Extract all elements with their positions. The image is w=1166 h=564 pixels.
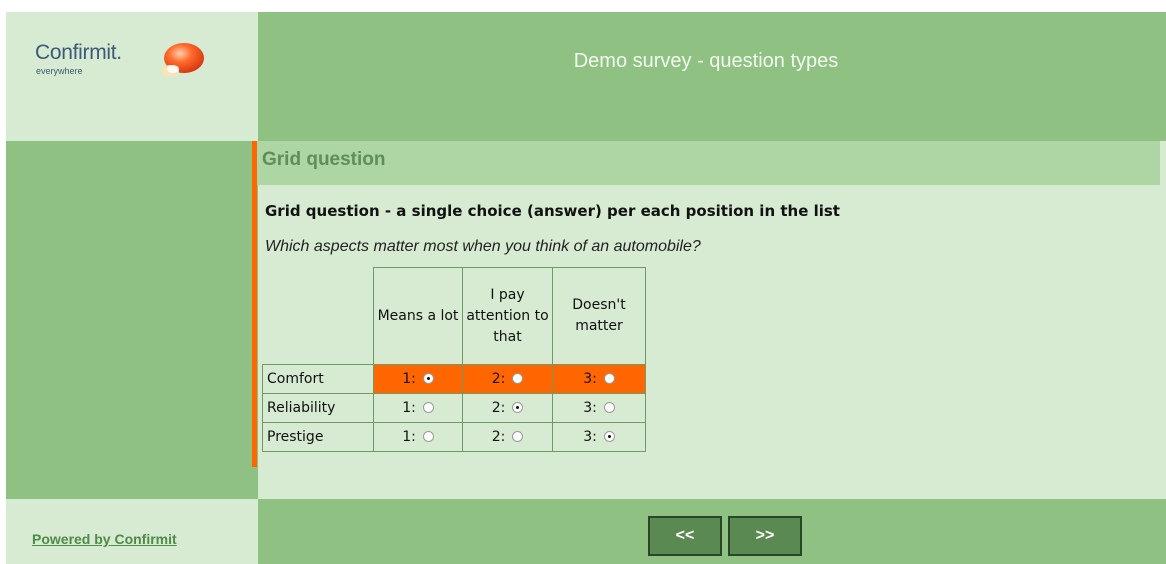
grid-option-cell[interactable]: 3: — [552, 364, 646, 394]
option-number: 2: — [491, 429, 506, 445]
row-label: Comfort — [262, 364, 374, 394]
radio-button[interactable] — [512, 373, 524, 384]
option-number: 1: — [402, 400, 416, 416]
grid-row: Reliability 1: 2: 3: — [262, 393, 646, 423]
question-instruction: Which aspects matter most when you think… — [265, 238, 701, 255]
radio-button[interactable] — [603, 402, 615, 413]
option-number: 3: — [583, 429, 597, 445]
question-section-header: Grid question — [257, 141, 1160, 185]
grid-header-row: Means a lot I pay attention to that Does… — [263, 267, 646, 365]
grid-option-cell[interactable]: 1: — [373, 393, 463, 423]
radio-button[interactable] — [422, 373, 434, 384]
option-number: 1: — [402, 371, 416, 387]
question-section-title: Grid question — [262, 149, 386, 170]
header-panel — [258, 12, 1166, 141]
option-number: 2: — [491, 400, 506, 416]
grid-option-cell[interactable]: 3: — [552, 422, 646, 452]
grid-question-table: Means a lot I pay attention to that Does… — [262, 267, 646, 452]
option-number: 2: — [491, 371, 506, 387]
grid-corner-cell — [263, 268, 374, 365]
column-header: I pay attention to that — [462, 267, 553, 365]
powered-by-link[interactable]: Powered by Confirmit — [32, 531, 177, 547]
row-label: Prestige — [262, 422, 374, 452]
radio-button[interactable] — [422, 431, 434, 442]
question-text: Grid question - a single choice (answer)… — [265, 202, 840, 220]
grid-option-cell[interactable]: 2: — [462, 364, 553, 394]
survey-title: Demo survey - question types — [573, 50, 839, 72]
grid-option-cell[interactable]: 1: — [373, 422, 463, 452]
column-header: Means a lot — [373, 267, 463, 365]
question-accent-bar — [252, 141, 257, 467]
logo-panel — [6, 12, 258, 141]
grid-option-cell[interactable]: 3: — [552, 393, 646, 423]
radio-button[interactable] — [512, 402, 524, 413]
radio-button[interactable] — [603, 373, 615, 384]
grid-option-cell[interactable]: 1: — [373, 364, 463, 394]
left-side-panel — [6, 141, 258, 499]
radio-button[interactable] — [512, 431, 524, 442]
option-number: 1: — [402, 429, 416, 445]
grid-row: Comfort 1: 2: 3: — [262, 364, 646, 394]
grid-option-cell[interactable]: 2: — [462, 393, 553, 423]
column-header: Doesn't matter — [552, 267, 646, 365]
option-number: 3: — [583, 400, 597, 416]
radio-button[interactable] — [603, 431, 615, 442]
radio-button[interactable] — [422, 402, 434, 413]
grid-option-cell[interactable]: 2: — [462, 422, 553, 452]
option-number: 3: — [583, 371, 597, 387]
previous-button[interactable]: << — [648, 516, 722, 556]
row-label: Reliability — [262, 393, 374, 423]
next-button[interactable]: >> — [728, 516, 802, 556]
grid-row: Prestige 1: 2: 3: — [262, 422, 646, 452]
